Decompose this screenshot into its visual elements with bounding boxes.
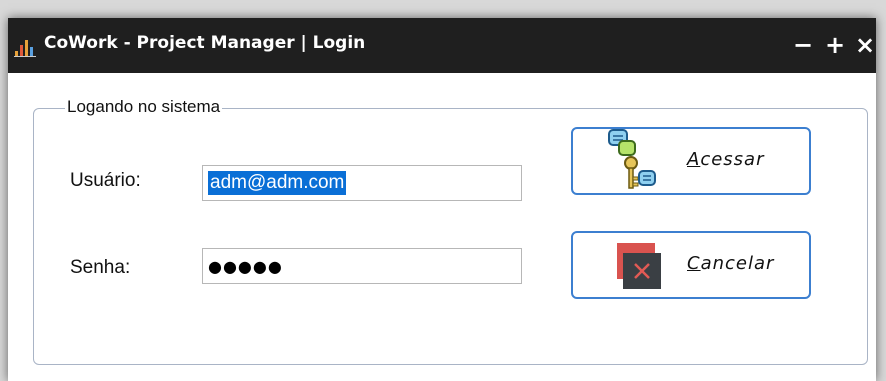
cancelar-button[interactable]: Cancelar <box>571 231 811 299</box>
acessar-button[interactable]: Acessar <box>571 127 811 195</box>
password-value: ●●●●● <box>208 257 283 276</box>
username-label: Usuário: <box>70 170 141 191</box>
close-button[interactable]: × <box>850 26 880 64</box>
password-field[interactable]: ●●●●● <box>202 248 522 284</box>
cancel-icon <box>617 243 661 289</box>
groupbox-legend: Logando no sistema <box>65 97 223 117</box>
minimize-button[interactable]: − <box>788 26 818 64</box>
username-field[interactable]: adm@adm.com <box>202 165 522 201</box>
login-window: CoWork - Project Manager | Login − + × L… <box>8 18 876 381</box>
password-label: Senha: <box>70 257 131 278</box>
username-value: adm@adm.com <box>208 171 347 195</box>
bar-chart-icon <box>14 40 36 57</box>
title-bar[interactable]: CoWork - Project Manager | Login − + × <box>8 18 876 73</box>
maximize-button[interactable]: + <box>820 26 850 64</box>
acessar-label: Acessar <box>687 149 765 170</box>
keys-icon <box>608 129 656 189</box>
cancelar-label: Cancelar <box>687 253 775 274</box>
login-form: Logando no sistema Usuário: adm@adm.com … <box>8 73 876 381</box>
window-title: CoWork - Project Manager | Login <box>44 33 366 53</box>
